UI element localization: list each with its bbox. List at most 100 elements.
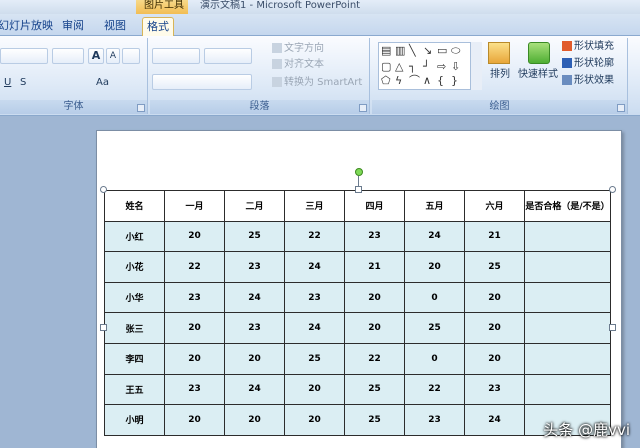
arrow-line-shape-icon[interactable]: ↘ xyxy=(423,45,432,57)
table-cell[interactable]: 21 xyxy=(464,220,525,253)
shape-effects-button[interactable]: 形状效果 xyxy=(562,74,614,88)
table-cell[interactable]: 22 xyxy=(284,220,345,253)
table-cell[interactable]: 24 xyxy=(284,251,345,283)
table-cell[interactable]: 24 xyxy=(464,404,525,436)
numbering-button[interactable] xyxy=(204,48,252,64)
font-name-combo[interactable] xyxy=(0,48,48,64)
table-cell[interactable]: 20 xyxy=(224,404,285,436)
resize-handle-top-right[interactable] xyxy=(609,186,616,193)
textbox-shape-icon[interactable]: ▤ xyxy=(381,45,391,57)
table-cell[interactable]: 小红 xyxy=(104,220,165,253)
line-shape-icon[interactable]: ╲ xyxy=(409,45,416,57)
convert-smartart-button[interactable]: 转换为 SmartArt xyxy=(272,76,362,90)
data-table[interactable]: 姓名 一月 二月 三月 四月 五月 六月 是否合格（是/不是） 小红 20 25 22… xyxy=(104,190,611,436)
elbow-connector-shape-icon[interactable]: ┐ xyxy=(409,61,416,73)
table-cell[interactable] xyxy=(524,220,611,253)
shadow-button[interactable]: S xyxy=(20,76,26,90)
oval-shape-icon[interactable]: ⬭ xyxy=(451,45,460,57)
table-cell[interactable]: 23 xyxy=(464,373,525,406)
vertical-textbox-shape-icon[interactable]: ▥ xyxy=(395,45,405,57)
tab-format[interactable]: 格式 xyxy=(142,17,174,37)
table-cell[interactable]: 李四 xyxy=(104,342,165,375)
table-cell[interactable]: 20 xyxy=(164,312,225,344)
table-cell[interactable]: 20 xyxy=(344,281,405,314)
shrink-font-button[interactable]: A xyxy=(106,48,120,64)
table-cell[interactable]: 25 xyxy=(464,251,525,283)
grow-font-button[interactable]: A xyxy=(88,48,104,64)
table-cell[interactable]: 25 xyxy=(344,373,405,406)
right-brace-shape-icon[interactable]: } xyxy=(451,75,458,87)
resize-handle-left[interactable] xyxy=(100,324,107,331)
resize-handle-right[interactable] xyxy=(609,324,616,331)
shape-outline-button[interactable]: 形状轮廓 xyxy=(562,57,614,71)
table-cell[interactable]: 21 xyxy=(344,251,405,283)
table-cell[interactable]: 24 xyxy=(224,373,285,406)
table-cell[interactable]: 23 xyxy=(164,373,225,406)
right-arrow-shape-icon[interactable]: ⇨ xyxy=(437,61,446,73)
resize-handle-top[interactable] xyxy=(355,186,362,193)
resize-handle-top-left[interactable] xyxy=(100,186,107,193)
table-cell[interactable]: 23 xyxy=(164,281,225,314)
arrange-button[interactable]: 排列 xyxy=(490,68,510,82)
down-arrow-shape-icon[interactable]: ⇩ xyxy=(451,61,460,73)
table-cell[interactable] xyxy=(524,342,611,375)
table-cell[interactable]: 20 xyxy=(344,312,405,344)
table-cell[interactable]: 23 xyxy=(344,220,405,253)
table-cell[interactable]: 25 xyxy=(224,220,285,253)
tab-view[interactable]: 视图 xyxy=(100,17,130,36)
table-cell[interactable]: 20 xyxy=(284,404,345,436)
table-cell[interactable]: 24 xyxy=(224,281,285,314)
table-cell[interactable]: 小花 xyxy=(104,251,165,283)
curve-shape-icon[interactable]: ⌒ xyxy=(409,75,420,87)
quick-styles-button[interactable]: 快速样式 xyxy=(518,68,558,82)
left-brace-shape-icon[interactable]: { xyxy=(437,75,444,87)
table-cell[interactable]: 20 xyxy=(224,342,285,375)
bullets-button[interactable] xyxy=(152,48,200,64)
table-cell[interactable]: 小华 xyxy=(104,281,165,314)
font-size-combo[interactable] xyxy=(52,48,84,64)
alignment-buttons[interactable] xyxy=(152,74,252,90)
table-cell[interactable]: 22 xyxy=(164,251,225,283)
table-cell[interactable] xyxy=(524,251,611,283)
table-cell[interactable]: 23 xyxy=(284,281,345,314)
tab-review[interactable]: 审阅 xyxy=(58,17,88,36)
shapes-gallery[interactable]: ▤ ▥ ╲ ↘ ▭ ⬭ ▢ △ ┐ ┘ ⇨ ⇩ ⬠ ϟ ⌒ ∧ { } xyxy=(378,42,482,90)
table-cell[interactable]: 20 xyxy=(164,404,225,436)
table-cell[interactable]: 24 xyxy=(404,220,465,253)
table-cell[interactable]: 24 xyxy=(284,312,345,344)
underline-button[interactable]: U xyxy=(4,76,11,90)
table-cell[interactable]: 23 xyxy=(224,312,285,344)
table-cell[interactable]: 小明 xyxy=(104,404,165,436)
rounded-rectangle-shape-icon[interactable]: ▢ xyxy=(381,61,391,73)
arc-shape-icon[interactable]: ∧ xyxy=(423,75,431,87)
table-cell[interactable]: 25 xyxy=(284,342,345,375)
text-direction-button[interactable]: 文字方向 xyxy=(272,42,324,56)
table-cell[interactable]: 20 xyxy=(464,342,525,375)
clear-format-button[interactable] xyxy=(122,48,140,64)
table-cell[interactable]: 20 xyxy=(464,281,525,314)
table-cell[interactable]: 25 xyxy=(404,312,465,344)
table-cell[interactable] xyxy=(524,373,611,406)
table-cell[interactable]: 20 xyxy=(404,251,465,283)
table-cell[interactable]: 23 xyxy=(404,404,465,436)
table-cell[interactable]: 0 xyxy=(404,281,465,314)
table-cell[interactable]: 25 xyxy=(344,404,405,436)
triangle-shape-icon[interactable]: △ xyxy=(395,61,403,73)
table-cell[interactable]: 张三 xyxy=(104,312,165,344)
rectangle-shape-icon[interactable]: ▭ xyxy=(437,45,447,57)
table-cell[interactable]: 22 xyxy=(344,342,405,375)
paragraph-dialog-launcher[interactable] xyxy=(359,104,367,112)
table-cell[interactable]: 20 xyxy=(464,312,525,344)
pentagon-shape-icon[interactable]: ⬠ xyxy=(381,75,391,87)
elbow-arrow-shape-icon[interactable]: ┘ xyxy=(423,61,430,73)
lightning-shape-icon[interactable]: ϟ xyxy=(395,75,402,87)
align-text-button[interactable]: 对齐文本 xyxy=(272,58,324,72)
tab-slideshow[interactable]: 幻灯片放映 xyxy=(0,17,57,36)
table-cell[interactable]: 王五 xyxy=(104,373,165,406)
change-case-button[interactable]: Aa xyxy=(96,76,109,90)
table-cell[interactable] xyxy=(524,312,611,344)
font-dialog-launcher[interactable] xyxy=(137,104,145,112)
table-cell[interactable]: 22 xyxy=(404,373,465,406)
table-cell[interactable]: 20 xyxy=(164,342,225,375)
table-cell[interactable]: 0 xyxy=(404,342,465,375)
